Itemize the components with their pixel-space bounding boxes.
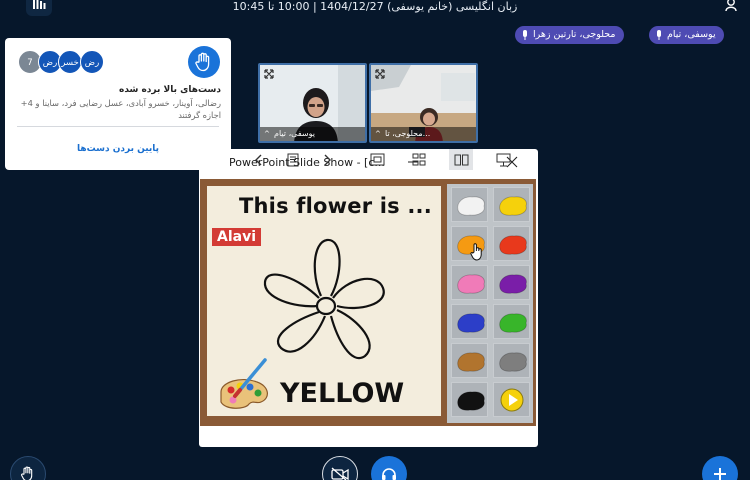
webcam-name: محلوجی، تا... <box>385 129 431 138</box>
webcam-tile[interactable]: ^ یوسفی، تیام <box>258 63 367 143</box>
slideshow-icon <box>496 153 510 166</box>
paint-blob <box>499 313 527 333</box>
color-swatch[interactable] <box>451 265 488 300</box>
actions-button[interactable] <box>702 456 738 480</box>
paint-blob <box>457 352 485 372</box>
raise-hand-button[interactable] <box>10 456 46 480</box>
camera-off-icon <box>331 467 349 480</box>
raised-hands-panel: 7 رض خسر رض دست‌های بالا برده شده رضالی،… <box>5 38 231 170</box>
answer-text: YELLOW <box>280 378 405 409</box>
grid-view-button[interactable] <box>407 149 431 170</box>
color-swatch[interactable] <box>451 343 488 378</box>
webcam-name-bar: ^ محلوجی، تا... <box>371 127 476 141</box>
raised-hand-badge <box>188 46 220 78</box>
webcam-name: یوسفی، تیام <box>274 129 315 138</box>
student-name-tag: Alavi <box>212 228 262 246</box>
color-swatch[interactable] <box>493 187 530 222</box>
camera-toggle-button[interactable] <box>322 456 358 480</box>
notes-button[interactable] <box>281 149 305 170</box>
audio-button[interactable] <box>371 456 407 480</box>
fullscreen-icon[interactable] <box>264 69 274 79</box>
reading-view-button[interactable] <box>449 149 473 170</box>
paint-blob <box>499 274 527 294</box>
paint-blob <box>457 196 485 216</box>
meeting-title: زبان انگلیسی (خانم یوسفی) 1404/12/27 | 1… <box>232 0 518 13</box>
play-button[interactable] <box>493 382 530 417</box>
paint-blob <box>499 235 527 255</box>
color-swatch[interactable] <box>493 343 530 378</box>
color-palette <box>447 184 533 423</box>
talking-name: یوسفی، تیام <box>667 29 716 40</box>
prev-slide-icon <box>255 154 262 165</box>
slide: This flower is ... Alavi YELLOW <box>200 179 536 426</box>
grid-icon <box>412 153 426 166</box>
flower-drawing <box>263 238 385 360</box>
microphone-icon <box>523 30 527 40</box>
slideshow-button[interactable] <box>491 149 515 170</box>
divider <box>17 126 219 127</box>
hand-icon <box>195 52 210 72</box>
fullscreen-icon[interactable] <box>375 69 385 79</box>
prev-slide-button[interactable] <box>247 149 271 170</box>
color-swatch[interactable] <box>493 265 530 300</box>
color-swatch[interactable] <box>451 382 488 417</box>
avatar[interactable]: رض <box>80 50 104 74</box>
paint-palette-icon <box>220 358 268 409</box>
slide-title: This flower is ... <box>239 194 432 218</box>
hand-icon <box>21 466 33 480</box>
top-bar: زبان انگلیسی (خانم یوسفی) 1404/12/27 | 1… <box>0 0 750 20</box>
paint-blob <box>499 196 527 216</box>
slide-sorter-icon <box>370 153 384 166</box>
next-slide-button[interactable] <box>315 149 339 170</box>
notes-icon <box>287 153 299 166</box>
talking-indicator-1: یوسفی، تیام <box>649 26 724 44</box>
next-slide-icon <box>324 154 331 165</box>
headset-icon <box>382 468 396 480</box>
raised-hands-avatars: 7 رض خسر رض <box>18 50 114 74</box>
reading-view-icon <box>454 154 468 166</box>
avatar[interactable]: خسر <box>58 50 82 74</box>
talking-indicator-2: محلوجی، تارتین زهرا <box>515 26 624 44</box>
chevron-up-icon: ^ <box>375 130 381 138</box>
color-swatch[interactable] <box>451 187 488 222</box>
plus-icon <box>714 468 726 480</box>
account-button[interactable] <box>724 0 740 13</box>
chevron-up-icon: ^ <box>264 130 270 138</box>
hand-cursor-icon <box>470 243 482 261</box>
webcam-tile[interactable]: ^ محلوجی، تا... <box>369 63 478 143</box>
paint-blob <box>457 391 485 411</box>
webcam-name-bar: ^ یوسفی، تیام <box>260 127 365 141</box>
color-swatch[interactable] <box>493 304 530 339</box>
color-swatch[interactable] <box>493 226 530 261</box>
paint-blob <box>457 274 485 294</box>
play-icon <box>500 388 524 412</box>
raised-hands-title: دست‌های بالا برده شده <box>119 85 221 95</box>
microphone-icon <box>657 30 661 40</box>
slide-canvas: This flower is ... Alavi YELLOW <box>207 186 441 416</box>
talking-name: محلوجی، تارتین زهرا <box>533 29 616 40</box>
paint-blob <box>457 313 485 333</box>
powerpoint-window[interactable]: PowerPoint Slide Show - [c... This flowe… <box>199 149 538 447</box>
color-swatch[interactable] <box>451 304 488 339</box>
person-icon <box>725 0 737 12</box>
lower-hands-button[interactable]: پایین بردن دست‌ها <box>5 144 231 154</box>
normal-view-button[interactable] <box>365 149 389 170</box>
paint-blob <box>499 352 527 372</box>
raised-hands-names: رضالی، آوینار، خسرو آبادی، عسل رضایی فرد… <box>20 98 221 120</box>
